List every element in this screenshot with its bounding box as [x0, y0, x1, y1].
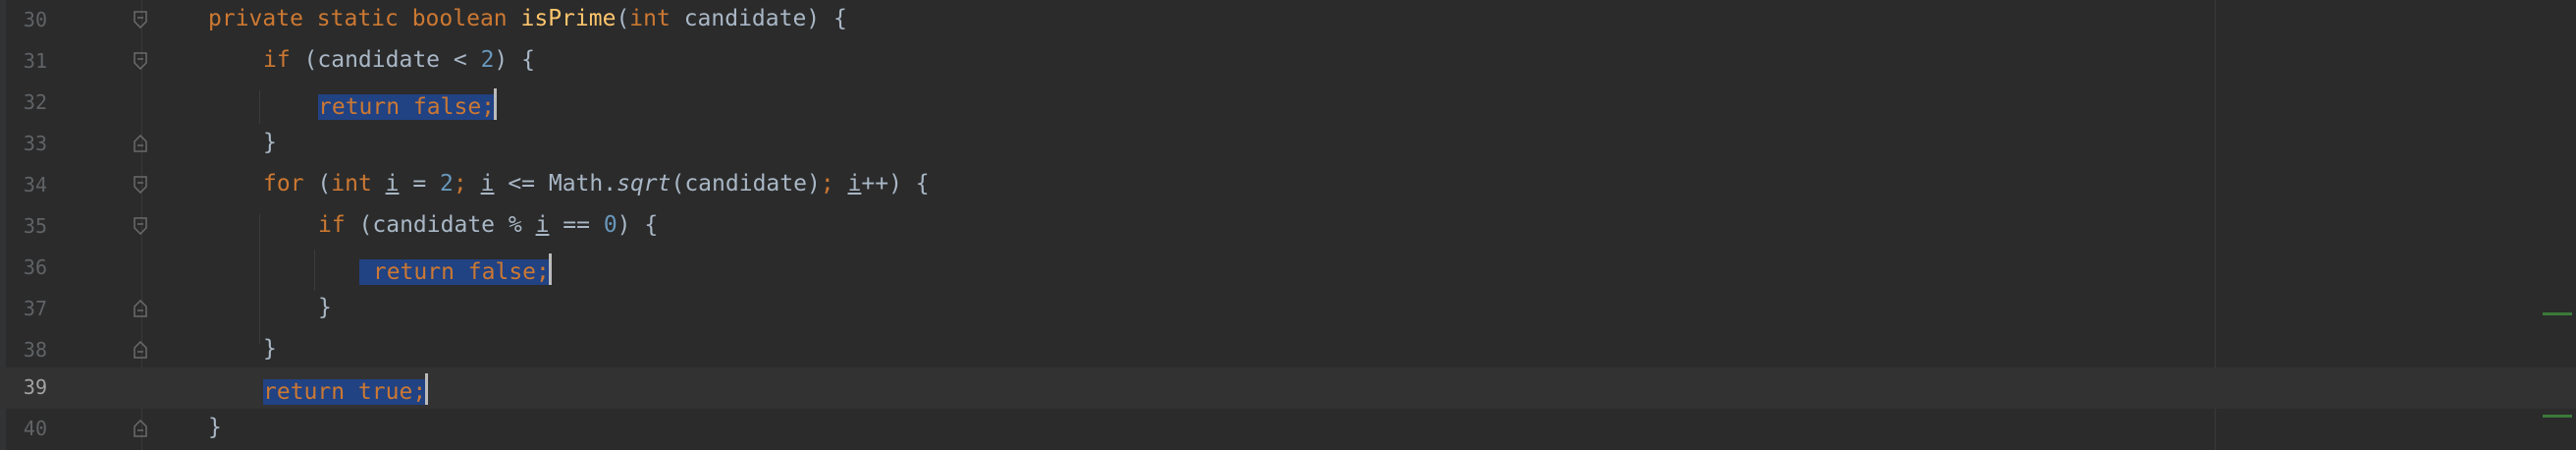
line-number: 40	[23, 417, 47, 440]
code-line[interactable]: 38 }	[0, 330, 2576, 371]
code-text[interactable]: }	[208, 415, 222, 440]
code-text[interactable]: }	[263, 336, 277, 362]
fold-end-icon[interactable]	[134, 420, 147, 437]
code-line[interactable]: 37 }	[0, 289, 2576, 330]
line-number: 35	[23, 214, 47, 238]
fold-collapse-icon[interactable]	[134, 217, 147, 235]
code-line-current[interactable]: 39 return true;	[0, 367, 2576, 409]
line-number: 30	[23, 8, 47, 31]
code-line[interactable]: 32 return false;	[0, 83, 2576, 124]
code-line[interactable]: 33 }	[0, 124, 2576, 165]
line-number: 38	[23, 338, 47, 362]
fold-collapse-icon[interactable]	[134, 11, 147, 28]
text-caret	[425, 373, 429, 405]
line-number: 37	[23, 297, 47, 320]
fold-collapse-icon[interactable]	[134, 176, 147, 194]
code-text[interactable]: return false;	[359, 253, 552, 285]
code-line[interactable]: 30 private static boolean isPrime(int ca…	[0, 0, 2576, 41]
code-editor[interactable]: 30 private static boolean isPrime(int ca…	[0, 0, 2576, 450]
code-text[interactable]: return false;	[318, 88, 498, 120]
line-number: 33	[23, 132, 47, 155]
text-caret	[548, 253, 552, 285]
code-text[interactable]: if (candidate % i == 0) {	[318, 212, 658, 238]
code-line[interactable]: 31 if (candidate < 2) {	[0, 41, 2576, 83]
line-number: 31	[23, 49, 47, 73]
fold-end-icon[interactable]	[134, 341, 147, 359]
line-number: 32	[23, 90, 47, 114]
line-number: 36	[23, 255, 47, 279]
code-text[interactable]: private static boolean isPrime(int candi…	[208, 6, 847, 31]
scrollbar-track[interactable]	[2541, 0, 2576, 450]
fold-end-icon[interactable]	[134, 300, 147, 317]
text-caret	[494, 88, 498, 120]
code-text[interactable]: }	[263, 130, 277, 155]
change-marker[interactable]	[2543, 312, 2572, 315]
code-line[interactable]: 36 return false;	[0, 248, 2576, 289]
fold-end-icon[interactable]	[134, 135, 147, 152]
code-line[interactable]: 34 for (int i = 2; i <= Math.sqrt(candid…	[0, 165, 2576, 206]
code-line[interactable]: 35 if (candidate % i == 0) {	[0, 206, 2576, 248]
code-text[interactable]: return true;	[263, 373, 429, 405]
code-text[interactable]: if (candidate < 2) {	[263, 47, 535, 73]
code-line[interactable]: 40 }	[0, 409, 2576, 450]
code-text[interactable]: for (int i = 2; i <= Math.sqrt(candidate…	[263, 171, 930, 197]
line-number: 34	[23, 173, 47, 197]
fold-collapse-icon[interactable]	[134, 52, 147, 70]
line-number: 39	[23, 375, 47, 399]
change-marker[interactable]	[2543, 415, 2572, 418]
code-text[interactable]: }	[318, 295, 332, 320]
